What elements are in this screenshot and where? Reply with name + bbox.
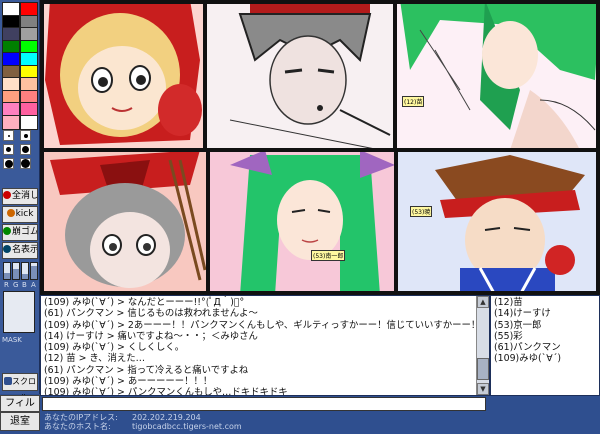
mask-slider[interactable] [3, 291, 35, 333]
clear-icon [3, 191, 11, 199]
chat-message: (109) みゆ(`∀´) > 2あーーー！！パンクマンくんもしや、ギルティっす… [44, 319, 490, 331]
red-label: R [4, 281, 9, 289]
brush-size-4[interactable] [20, 144, 31, 155]
eraser-icon [3, 227, 11, 235]
eraser-label: 崩ゴム [12, 227, 38, 237]
chat-message: (14) けーすけ > 痛いですよね〜・・；＜みゆさん [44, 330, 258, 342]
chat-message: (109) みゆ(`∀´) > なんだとーーー!!°(ﾟД｀)ﾟ° [44, 297, 245, 308]
clear-all-button[interactable]: 全消し [2, 188, 38, 205]
canvas-user-tag: (53)南一郎 [311, 250, 346, 261]
user-list-item[interactable]: (61)パンクマン [494, 342, 596, 353]
brush-size-6[interactable] [20, 158, 31, 169]
host-label: あなたのホスト名: [44, 422, 111, 431]
chat-message: (61) パンクマン > 信じるものは救われませんよ〜 [44, 308, 258, 320]
chat-input[interactable] [43, 400, 485, 412]
canvas-user-tag: (12)苗 [402, 96, 425, 107]
drawing-canvas[interactable]: (12)苗 (53)南一郎 (53)暁 [40, 0, 600, 295]
user-list-item[interactable]: (53)京一郎 [494, 320, 596, 331]
exit-room-button[interactable]: 退室 [0, 412, 40, 431]
tool-palette: 全消し kick 崩ゴム 名表示 R G B A MASK [0, 0, 40, 394]
color-swatch[interactable] [20, 114, 38, 130]
scroll-toggle-button[interactable]: スクロール [2, 373, 38, 402]
ip-value: 202.202.219.204 [132, 413, 201, 422]
color-swatch[interactable] [2, 114, 20, 130]
chat-message: (61) パンクマン > 指って冷えると痛いですよね [44, 364, 249, 376]
ip-label: あなたのIPアドレス: [44, 413, 118, 422]
connection-info: あなたのIPアドレス: 202.202.219.204 あなたのホスト名: tigo… [44, 413, 242, 431]
mask-label: MASK [2, 336, 22, 344]
user-list: (12)苗 (14)けーすけ (53)京一郎 (55)彩 (61)パンクマン (109)み… [490, 295, 600, 396]
user-list-item[interactable]: (109)みゆ(`∀´) [494, 353, 596, 364]
chat-message: (109) みゆ(`∀´) > くしくしく。 [44, 342, 185, 354]
user-list-item[interactable]: (12)苗 [494, 297, 596, 308]
chat-message: (109) みゆ(`∀´) > パンクマンくんもしや…ドキドキドキ [44, 387, 288, 396]
host-value: tigobcadbcc.tigers-net.com [132, 422, 242, 431]
brush-size-2[interactable] [20, 130, 31, 141]
kick-button[interactable]: kick [2, 206, 38, 223]
user-list-item[interactable]: (14)けーすけ [494, 308, 596, 319]
exit-room-label: 退室 [10, 416, 30, 427]
scroll-icon [4, 377, 12, 385]
brush-size-5[interactable] [3, 158, 14, 169]
chat-log[interactable]: (109) みゆ(`∀´) > なんだとーーー!!°(ﾟД｀)ﾟ° (61) パン… [40, 295, 490, 396]
green-slider[interactable] [12, 262, 20, 280]
names-icon [3, 245, 11, 253]
scroll-down-arrow-icon[interactable]: ▼ [477, 383, 489, 395]
scroll-up-arrow-icon[interactable]: ▲ [477, 296, 489, 308]
chat-message: (12) 苗 > き、消えた… [44, 353, 146, 365]
drawing-blond-girl [45, 0, 202, 145]
brush-size-3[interactable] [3, 144, 14, 155]
filter-button[interactable]: フィルタ [0, 395, 40, 424]
red-slider[interactable] [3, 262, 11, 280]
chat-message: (109) みゆ(`∀´) > あーーーーー！！！ [44, 376, 213, 388]
show-names-label: 名表示 [12, 245, 38, 255]
kick-label: kick [15, 209, 34, 219]
brush-size-1[interactable] [3, 130, 14, 141]
show-names-button[interactable]: 名表示 [2, 242, 38, 259]
kick-icon [6, 209, 15, 217]
chat-input-box[interactable] [42, 397, 486, 412]
user-list-item[interactable]: (55)彩 [494, 331, 596, 342]
alpha-label: A [31, 281, 36, 289]
scroll-thumb[interactable] [477, 358, 489, 380]
canvas-user-tag: (53)暁 [410, 206, 433, 217]
clear-all-label: 全消し [12, 191, 38, 201]
green-label: G [13, 281, 19, 289]
eraser-button[interactable]: 崩ゴム [2, 224, 38, 241]
blue-label: B [22, 281, 27, 289]
chat-scrollbar[interactable]: ▲ ▼ [476, 296, 489, 395]
alpha-slider[interactable] [30, 262, 38, 280]
blue-slider[interactable] [21, 262, 29, 280]
